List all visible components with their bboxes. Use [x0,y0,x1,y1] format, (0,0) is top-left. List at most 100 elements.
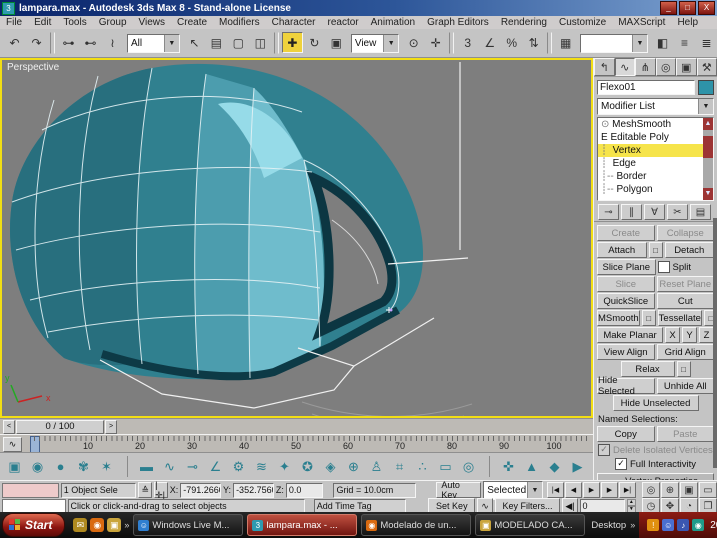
car-wheel-constraint-icon[interactable]: ◎ [458,456,479,477]
deforming-mesh-collection-icon[interactable]: ✶ [96,456,117,477]
select-scale-icon[interactable]: ▣ [325,32,347,53]
make-unique-icon[interactable]: ∀ [644,204,665,220]
cut-button[interactable]: Cut [656,293,714,309]
menu-item[interactable]: MAXScript [612,17,671,28]
modifier-list-dropdown[interactable]: Modifier List ▼ [597,98,714,115]
edit-named-selections-icon[interactable]: ▦ [555,32,577,53]
spinner-snap-icon[interactable]: ⇅ [523,32,545,53]
separator[interactable] [273,32,279,54]
use-pivot-center-icon[interactable]: ⊙ [403,32,425,53]
scroll-thumb[interactable] [703,136,713,158]
menu-item[interactable]: Graph Editors [421,17,495,28]
rag-doll-constraint-icon[interactable]: ♙ [366,456,387,477]
paste-button[interactable]: Paste [656,426,714,442]
key-mode-dropdown[interactable]: Selected ▼ [483,480,543,500]
stack-item-meshsmooth[interactable]: ⊙ MeshSmooth [598,118,713,131]
menu-item[interactable]: Group [93,17,133,28]
apply-cloth-modifier-icon[interactable]: ✜ [489,456,519,477]
water-icon[interactable]: ◈ [320,456,341,477]
menu-item[interactable]: Tools [57,17,92,28]
configure-modifier-sets-icon[interactable]: ▤ [690,204,711,220]
firefox-icon[interactable]: ◉ [90,518,105,532]
panel-scrollbar[interactable] [713,218,717,468]
constraint-solver-icon[interactable]: ⊕ [343,456,364,477]
x-coordinate-field[interactable]: -791.2660 [180,482,222,498]
folder-icon[interactable]: ▣ [107,518,122,532]
msmooth-settings-button[interactable]: □ [641,310,656,326]
separator[interactable] [50,32,55,54]
security-alert-icon[interactable]: ! [647,519,660,531]
rect-region-icon[interactable]: ▢ [227,32,249,53]
bind-spacewarp-icon[interactable]: ≀ [102,32,123,53]
select-link-icon[interactable]: ⊶ [58,32,79,53]
tab-hierarchy[interactable]: ⋔ [635,58,656,76]
select-manipulate-icon[interactable]: ✛ [425,32,447,53]
plane-icon[interactable]: ▬ [127,456,157,477]
view-align-button[interactable]: View Align [597,344,655,360]
messenger-tray-icon[interactable]: ☺ [662,519,675,531]
scroll-down-icon[interactable]: ▼ [703,188,713,200]
named-selection-dropdown[interactable]: ▼ [580,33,648,53]
apply-softbody-modifier-icon[interactable]: ▲ [521,456,542,477]
hide-selected-button[interactable]: Hide Selected [597,375,655,397]
maximize-button[interactable]: □ [679,1,696,15]
menu-item[interactable]: Animation [365,17,421,28]
z-coordinate-field[interactable]: 0.0 [285,482,324,498]
zoom-all-icon[interactable]: ⊕ [660,482,679,498]
spring-icon[interactable]: ∿ [159,456,180,477]
attach-settings-button[interactable]: □ [648,242,663,258]
viewport-label[interactable]: Perspective [7,62,59,73]
play-icon[interactable]: ▶ [582,482,600,498]
zoom-region-icon[interactable]: ▭ [698,482,717,498]
quicklaunch-icon-1[interactable]: ✉ [73,518,88,532]
taskbar-clock[interactable]: 20:31 [710,520,717,531]
snap-toggle-icon[interactable]: 3 [457,32,479,53]
time-slider-button[interactable]: 0 / 100 [16,419,104,434]
percent-snap-icon[interactable]: % [501,32,523,53]
previous-frame-arrow[interactable]: < [3,419,15,434]
prismatic-constraint-icon[interactable]: ▭ [435,456,456,477]
angle-snap-icon[interactable]: ∠ [479,32,501,53]
reset-plane-button[interactable]: Reset Plane [656,276,714,292]
music-tray-icon[interactable]: ♪ [677,519,690,531]
maxscript-mini-listener-pink[interactable] [2,482,59,498]
fracture-icon[interactable]: ✪ [297,456,318,477]
rope-collection-icon[interactable]: ✾ [73,456,94,477]
stack-scrollbar[interactable]: ▲ ▼ [703,118,713,200]
unlink-icon[interactable]: ⊷ [80,32,101,53]
quickslice-button[interactable]: QuickSlice [597,293,655,309]
menu-item[interactable]: Character [266,17,322,28]
linear-dashpot-icon[interactable]: ⊸ [182,456,203,477]
object-name-field[interactable]: Flexo01 [597,80,695,95]
task-modelado[interactable]: ◉ Modelado de un... [361,514,472,536]
undo-icon[interactable]: ↶ [4,32,25,53]
tab-modify[interactable]: ∿ [614,58,635,76]
copy-button[interactable]: Copy [597,426,655,442]
mini-curve-editor-icon[interactable]: ∿ [3,437,22,452]
menu-item[interactable]: Modifiers [213,17,266,28]
split-checkbox[interactable] [657,261,670,273]
slice-plane-button[interactable]: Slice Plane [597,259,656,275]
apply-rope-modifier-icon[interactable]: ◆ [544,456,565,477]
create-button[interactable]: Create [597,225,655,241]
menu-item[interactable]: Views [133,17,172,28]
tab-utilities[interactable]: ⚒ [696,58,717,76]
scroll-up-icon[interactable]: ▲ [703,118,713,130]
angular-dashpot-icon[interactable]: ∠ [205,456,226,477]
menu-item[interactable]: reactor [322,17,365,28]
separator[interactable] [547,32,553,54]
motor-icon[interactable]: ⚙ [228,456,249,477]
menu-item[interactable]: Help [671,17,704,28]
attach-button[interactable]: Attach [597,242,647,258]
next-frame-arrow[interactable]: > [105,419,117,434]
selection-lock-icon[interactable]: ≙ [138,482,153,498]
select-move-icon[interactable]: ✚ [281,32,303,53]
track-bar[interactable]: ∿ 10 20 30 40 50 60 70 80 90 100 [0,434,593,453]
window-crossing-icon[interactable]: ◫ [249,32,271,53]
grid-align-button[interactable]: Grid Align [656,344,714,360]
go-to-start-icon[interactable]: |◀ [546,482,564,498]
zoom-extents-icon[interactable]: ▣ [679,482,698,498]
msmooth-button[interactable]: MSmooth [597,310,640,326]
unhide-all-button[interactable]: Unhide All [656,378,714,394]
select-by-name-icon[interactable]: ▤ [205,32,227,53]
